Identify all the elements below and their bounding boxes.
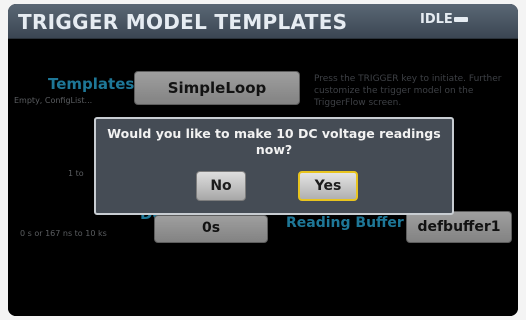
status-indicator: IDLE xyxy=(420,12,453,27)
title-bar: TRIGGER MODEL TEMPLATES IDLE xyxy=(8,4,518,39)
instrument-frame: TRIGGER MODEL TEMPLATES IDLE Templates E… xyxy=(0,0,526,320)
confirm-dialog: Would you like to make 10 DC voltage rea… xyxy=(94,117,454,215)
yes-button[interactable]: Yes xyxy=(298,171,358,201)
page-title: TRIGGER MODEL TEMPLATES xyxy=(18,10,348,34)
template-settings: Templates Empty, ConfigList... SimpleLoo… xyxy=(8,39,518,316)
no-button[interactable]: No xyxy=(196,171,246,201)
dialog-message: Would you like to make 10 DC voltage rea… xyxy=(107,126,441,157)
status-bar-icon xyxy=(454,17,468,22)
touchscreen: TRIGGER MODEL TEMPLATES IDLE Templates E… xyxy=(8,4,518,316)
